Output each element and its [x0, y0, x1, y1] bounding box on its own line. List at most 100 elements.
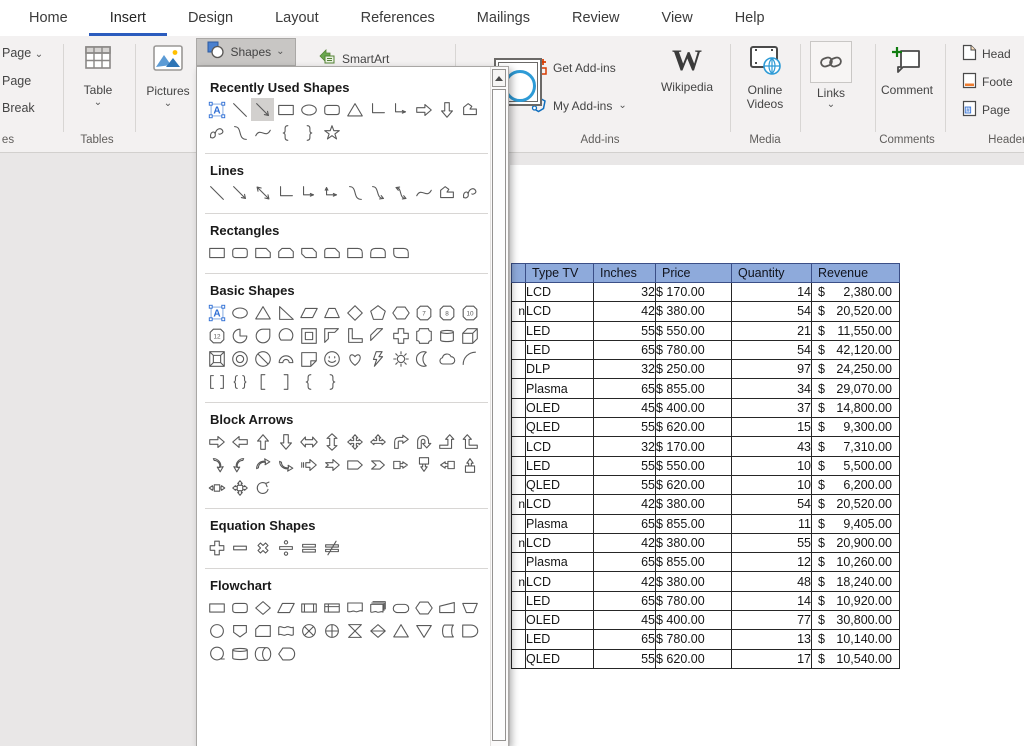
table-cell[interactable]: 17 [732, 649, 812, 668]
shape-diamond[interactable] [343, 301, 366, 324]
shape-moon[interactable] [412, 347, 435, 370]
table-cell[interactable]: 65 [594, 379, 656, 398]
table-button[interactable]: Table ⌄ [72, 42, 124, 106]
table-cell[interactable]: $10,140.00 [812, 630, 900, 649]
shape-no-symbol[interactable] [251, 347, 274, 370]
shape-rounded-rectangle[interactable] [228, 241, 251, 264]
table-cell[interactable] [512, 340, 526, 359]
shape-oval[interactable] [228, 301, 251, 324]
shape-snip-single-corner-rectangle[interactable] [251, 241, 274, 264]
shape-rectangle[interactable] [205, 241, 228, 264]
shape-merge[interactable] [412, 619, 435, 642]
shape-data[interactable] [274, 596, 297, 619]
table-cell[interactable]: OLED [526, 398, 594, 417]
shape-quad-arrow[interactable] [343, 430, 366, 453]
table-cell[interactable]: $29,070.00 [812, 379, 900, 398]
shape-cross[interactable] [389, 324, 412, 347]
table-cell[interactable]: LCD [526, 495, 594, 514]
table-cell[interactable] [512, 630, 526, 649]
table-cell[interactable]: $11,550.00 [812, 321, 900, 340]
shape-collate[interactable] [343, 619, 366, 642]
shape-heart[interactable] [343, 347, 366, 370]
shape-text-box[interactable]: A [205, 301, 228, 324]
table-cell[interactable]: 54 [732, 495, 812, 514]
table-cell[interactable]: $ 170.00 [656, 283, 732, 302]
shape-math-division[interactable] [274, 536, 297, 559]
shape-right-arrow-callout[interactable] [389, 453, 412, 476]
shape-double-arrow[interactable] [251, 181, 274, 204]
table-cell[interactable]: 10 [732, 475, 812, 494]
shape-direct-access-storage[interactable] [251, 642, 274, 665]
table-cell[interactable]: LCD [526, 437, 594, 456]
shape-snip-diagonal-corner-rectangle[interactable] [297, 241, 320, 264]
shape-curved-right-arrow[interactable] [205, 453, 228, 476]
shape-up-down-arrow[interactable] [320, 430, 343, 453]
table-cell[interactable]: 34 [732, 379, 812, 398]
table-cell[interactable]: $ 780.00 [656, 591, 732, 610]
table-cell[interactable]: $ 620.00 [656, 649, 732, 668]
scroll-up-icon[interactable] [492, 69, 506, 87]
shape-magnetic-disk[interactable] [228, 642, 251, 665]
shape-snip-same-side-corner-rectangle[interactable] [274, 241, 297, 264]
tab-insert[interactable]: Insert [89, 0, 167, 36]
shape-math-multiply[interactable] [251, 536, 274, 559]
shape-smiley-face[interactable] [320, 347, 343, 370]
col-header-type-tv[interactable]: Type TV [526, 264, 594, 283]
shape-left-brace[interactable] [274, 121, 297, 144]
table-cell[interactable]: $6,200.00 [812, 475, 900, 494]
shape-snip-round-single-corner-rectangle[interactable] [320, 241, 343, 264]
table-cell[interactable]: 15 [732, 418, 812, 437]
shape-lightning-bolt[interactable] [366, 347, 389, 370]
comment-button[interactable]: Comment [878, 44, 936, 97]
table-cell[interactable] [512, 649, 526, 668]
shape-manual-input[interactable] [435, 596, 458, 619]
shape-chevron-arrow[interactable] [366, 453, 389, 476]
shape-frame[interactable] [297, 324, 320, 347]
shape-alternate-process[interactable] [228, 596, 251, 619]
shape-scribble[interactable] [205, 121, 228, 144]
shape-multidocument[interactable] [366, 596, 389, 619]
table-cell[interactable]: $ 380.00 [656, 572, 732, 591]
shape-document[interactable] [343, 596, 366, 619]
table-cell[interactable]: LCD [526, 533, 594, 552]
shape-right-triangle[interactable] [274, 301, 297, 324]
shape-left-right-up-arrow[interactable] [366, 430, 389, 453]
table-cell[interactable]: n [512, 302, 526, 321]
shape-math-minus[interactable] [228, 536, 251, 559]
table-cell[interactable]: 48 [732, 572, 812, 591]
shape-process[interactable] [205, 596, 228, 619]
col-header-inches[interactable]: Inches [594, 264, 656, 283]
shape-notched-right-arrow[interactable] [320, 453, 343, 476]
table-cell[interactable]: 54 [732, 340, 812, 359]
table-cell[interactable]: $ 550.00 [656, 321, 732, 340]
col-header-revenue[interactable]: Revenue [812, 264, 900, 283]
tab-view[interactable]: View [641, 0, 714, 36]
table-cell[interactable] [512, 360, 526, 379]
shape-curved-up-arrow[interactable] [251, 453, 274, 476]
table-cell[interactable]: 65 [594, 514, 656, 533]
shape-left-right-arrow-callout[interactable] [205, 476, 228, 499]
shape-round-single-corner-rectangle[interactable] [343, 241, 366, 264]
shape-cloud[interactable] [435, 347, 458, 370]
table-cell[interactable] [512, 591, 526, 610]
table-cell[interactable]: 55 [594, 321, 656, 340]
table-cell[interactable]: DLP [526, 360, 594, 379]
shape-elbow-arrow-connector[interactable] [389, 98, 412, 121]
shape-donut[interactable] [228, 347, 251, 370]
shape-curved-connector[interactable] [343, 181, 366, 204]
shape-bevel[interactable] [205, 347, 228, 370]
shape-card[interactable] [251, 619, 274, 642]
table-cell[interactable]: $20,520.00 [812, 302, 900, 321]
shape-dodecagon-12[interactable]: 12 [205, 324, 228, 347]
shape-up-arrow-callout[interactable] [458, 453, 481, 476]
shape-left-brace[interactable] [297, 370, 320, 393]
table-cell[interactable]: LCD [526, 302, 594, 321]
shape-trapezoid[interactable] [320, 301, 343, 324]
shape-octagon-8[interactable]: 8 [435, 301, 458, 324]
table-cell[interactable]: $18,240.00 [812, 572, 900, 591]
shape-curved-down-arrow[interactable] [274, 453, 297, 476]
table-cell[interactable]: 65 [594, 553, 656, 572]
table-cell[interactable]: 10 [732, 456, 812, 475]
shape-isosceles-triangle[interactable] [343, 98, 366, 121]
shape-arrow[interactable] [228, 181, 251, 204]
